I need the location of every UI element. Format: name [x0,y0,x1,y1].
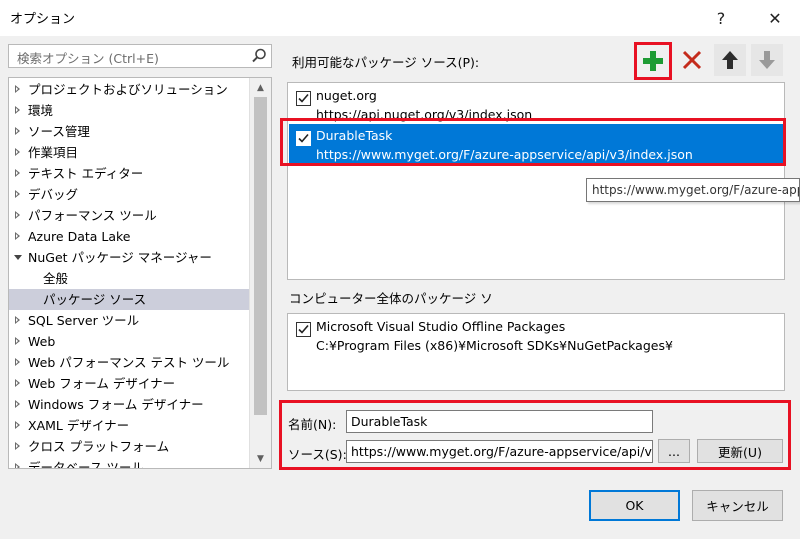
source-url-tooltip: https://www.myget.org/F/azure-appservice… [586,178,800,202]
source-path: C:¥Program Files (x86)¥Microsoft SDKs¥Nu… [316,338,673,353]
expand-arrow-icon[interactable] [15,421,20,429]
source-field[interactable]: https://www.myget.org/F/azure-appservice… [346,440,653,463]
source-checkbox[interactable] [296,91,311,106]
expand-arrow-icon[interactable] [15,148,20,156]
tree-item-general[interactable]: 全般 [9,268,249,289]
tree-item-environment[interactable]: 環境 [9,100,249,121]
available-sources-label: 利用可能なパッケージ ソース(P): [292,55,480,70]
close-button[interactable]: ✕ [752,0,798,36]
source-label: ソース(S): [288,447,347,462]
arrow-up-icon [722,51,738,69]
tree-item-sql-server-tools[interactable]: SQL Server ツール [9,310,249,331]
move-up-button[interactable] [714,44,746,76]
name-label: 名前(N): [288,417,337,432]
tree-scrollbar[interactable]: ▲ ▼ [249,78,271,468]
add-source-button[interactable] [634,42,672,80]
expand-arrow-icon[interactable] [15,337,20,345]
ok-button[interactable]: OK [589,490,680,521]
expand-arrow-icon[interactable] [15,190,20,198]
check-icon [298,324,309,334]
expand-arrow-icon[interactable] [15,400,20,408]
tree-item-package-sources[interactable]: パッケージ ソース [9,289,249,310]
search-icon[interactable] [250,47,268,65]
tree-item-source-control[interactable]: ソース管理 [9,121,249,142]
check-icon [298,93,309,103]
tree-item-nuget-package-manager[interactable]: NuGet パッケージ マネージャー [9,247,249,268]
tree-item-web[interactable]: Web [9,331,249,352]
scroll-up-arrow-icon[interactable]: ▲ [250,79,271,96]
expand-arrow-icon[interactable] [15,358,20,366]
options-tree[interactable]: プロジェクトおよびソリューション 環境 ソース管理 作業項目 テキスト エディタ… [8,77,272,469]
source-checkbox[interactable] [296,322,311,337]
tree-item-windows-forms-designer[interactable]: Windows フォーム デザイナー [9,394,249,415]
title-bar: オプション ? ✕ [0,0,800,36]
browse-button[interactable]: ... [658,439,690,463]
update-button[interactable]: 更新(U) [697,439,783,463]
expand-arrow-icon[interactable] [15,232,20,240]
tree-item-azure-data-lake[interactable]: Azure Data Lake [9,226,249,247]
window-title: オプション [10,12,76,27]
expand-arrow-icon[interactable] [15,442,20,450]
plus-icon [643,51,663,71]
expand-arrow-icon[interactable] [15,379,20,387]
tree-item-performance-tools[interactable]: パフォーマンス ツール [9,205,249,226]
selected-source-highlight [280,118,786,166]
tree-item-project-solution[interactable]: プロジェクトおよびソリューション [9,79,249,100]
expand-arrow-icon[interactable] [15,169,20,177]
source-name: nuget.org [316,88,377,103]
help-button[interactable]: ? [698,0,744,36]
tree-item-database-tools[interactable]: データベース ツール [9,457,249,468]
remove-source-button[interactable] [676,44,708,76]
expand-arrow-icon[interactable] [15,463,20,468]
expand-arrow-icon[interactable] [15,211,20,219]
collapse-arrow-icon[interactable] [14,255,22,260]
expand-arrow-icon[interactable] [15,85,20,93]
search-options-input[interactable]: 検索オプション (Ctrl+E) [8,44,272,68]
name-field[interactable]: DurableTask [346,410,653,433]
move-down-button[interactable] [751,44,783,76]
tree-item-debug[interactable]: デバッグ [9,184,249,205]
tree-item-web-performance-test-tools[interactable]: Web パフォーマンス テスト ツール [9,352,249,373]
arrow-down-icon [759,51,775,69]
list-item-offline-packages[interactable]: Microsoft Visual Studio Offline Packages… [289,315,783,355]
tree-item-xaml-designer[interactable]: XAML デザイナー [9,415,249,436]
tree-item-work-items[interactable]: 作業項目 [9,142,249,163]
machine-wide-sources-label: コンピューター全体のパッケージ ソ [289,291,493,306]
cancel-button[interactable]: キャンセル [692,490,783,521]
expand-arrow-icon[interactable] [15,127,20,135]
search-placeholder: 検索オプション (Ctrl+E) [17,51,159,66]
tree-item-cross-platform[interactable]: クロス プラットフォーム [9,436,249,457]
tree-item-text-editor[interactable]: テキスト エディター [9,163,249,184]
scrollbar-thumb[interactable] [254,97,267,415]
source-name: Microsoft Visual Studio Offline Packages [316,319,566,334]
machine-wide-sources-list[interactable]: Microsoft Visual Studio Offline Packages… [287,313,785,391]
delete-x-icon [682,50,702,70]
tree-item-web-forms-designer[interactable]: Web フォーム デザイナー [9,373,249,394]
expand-arrow-icon[interactable] [15,316,20,324]
expand-arrow-icon[interactable] [15,106,20,114]
scroll-down-arrow-icon[interactable]: ▼ [250,450,271,467]
